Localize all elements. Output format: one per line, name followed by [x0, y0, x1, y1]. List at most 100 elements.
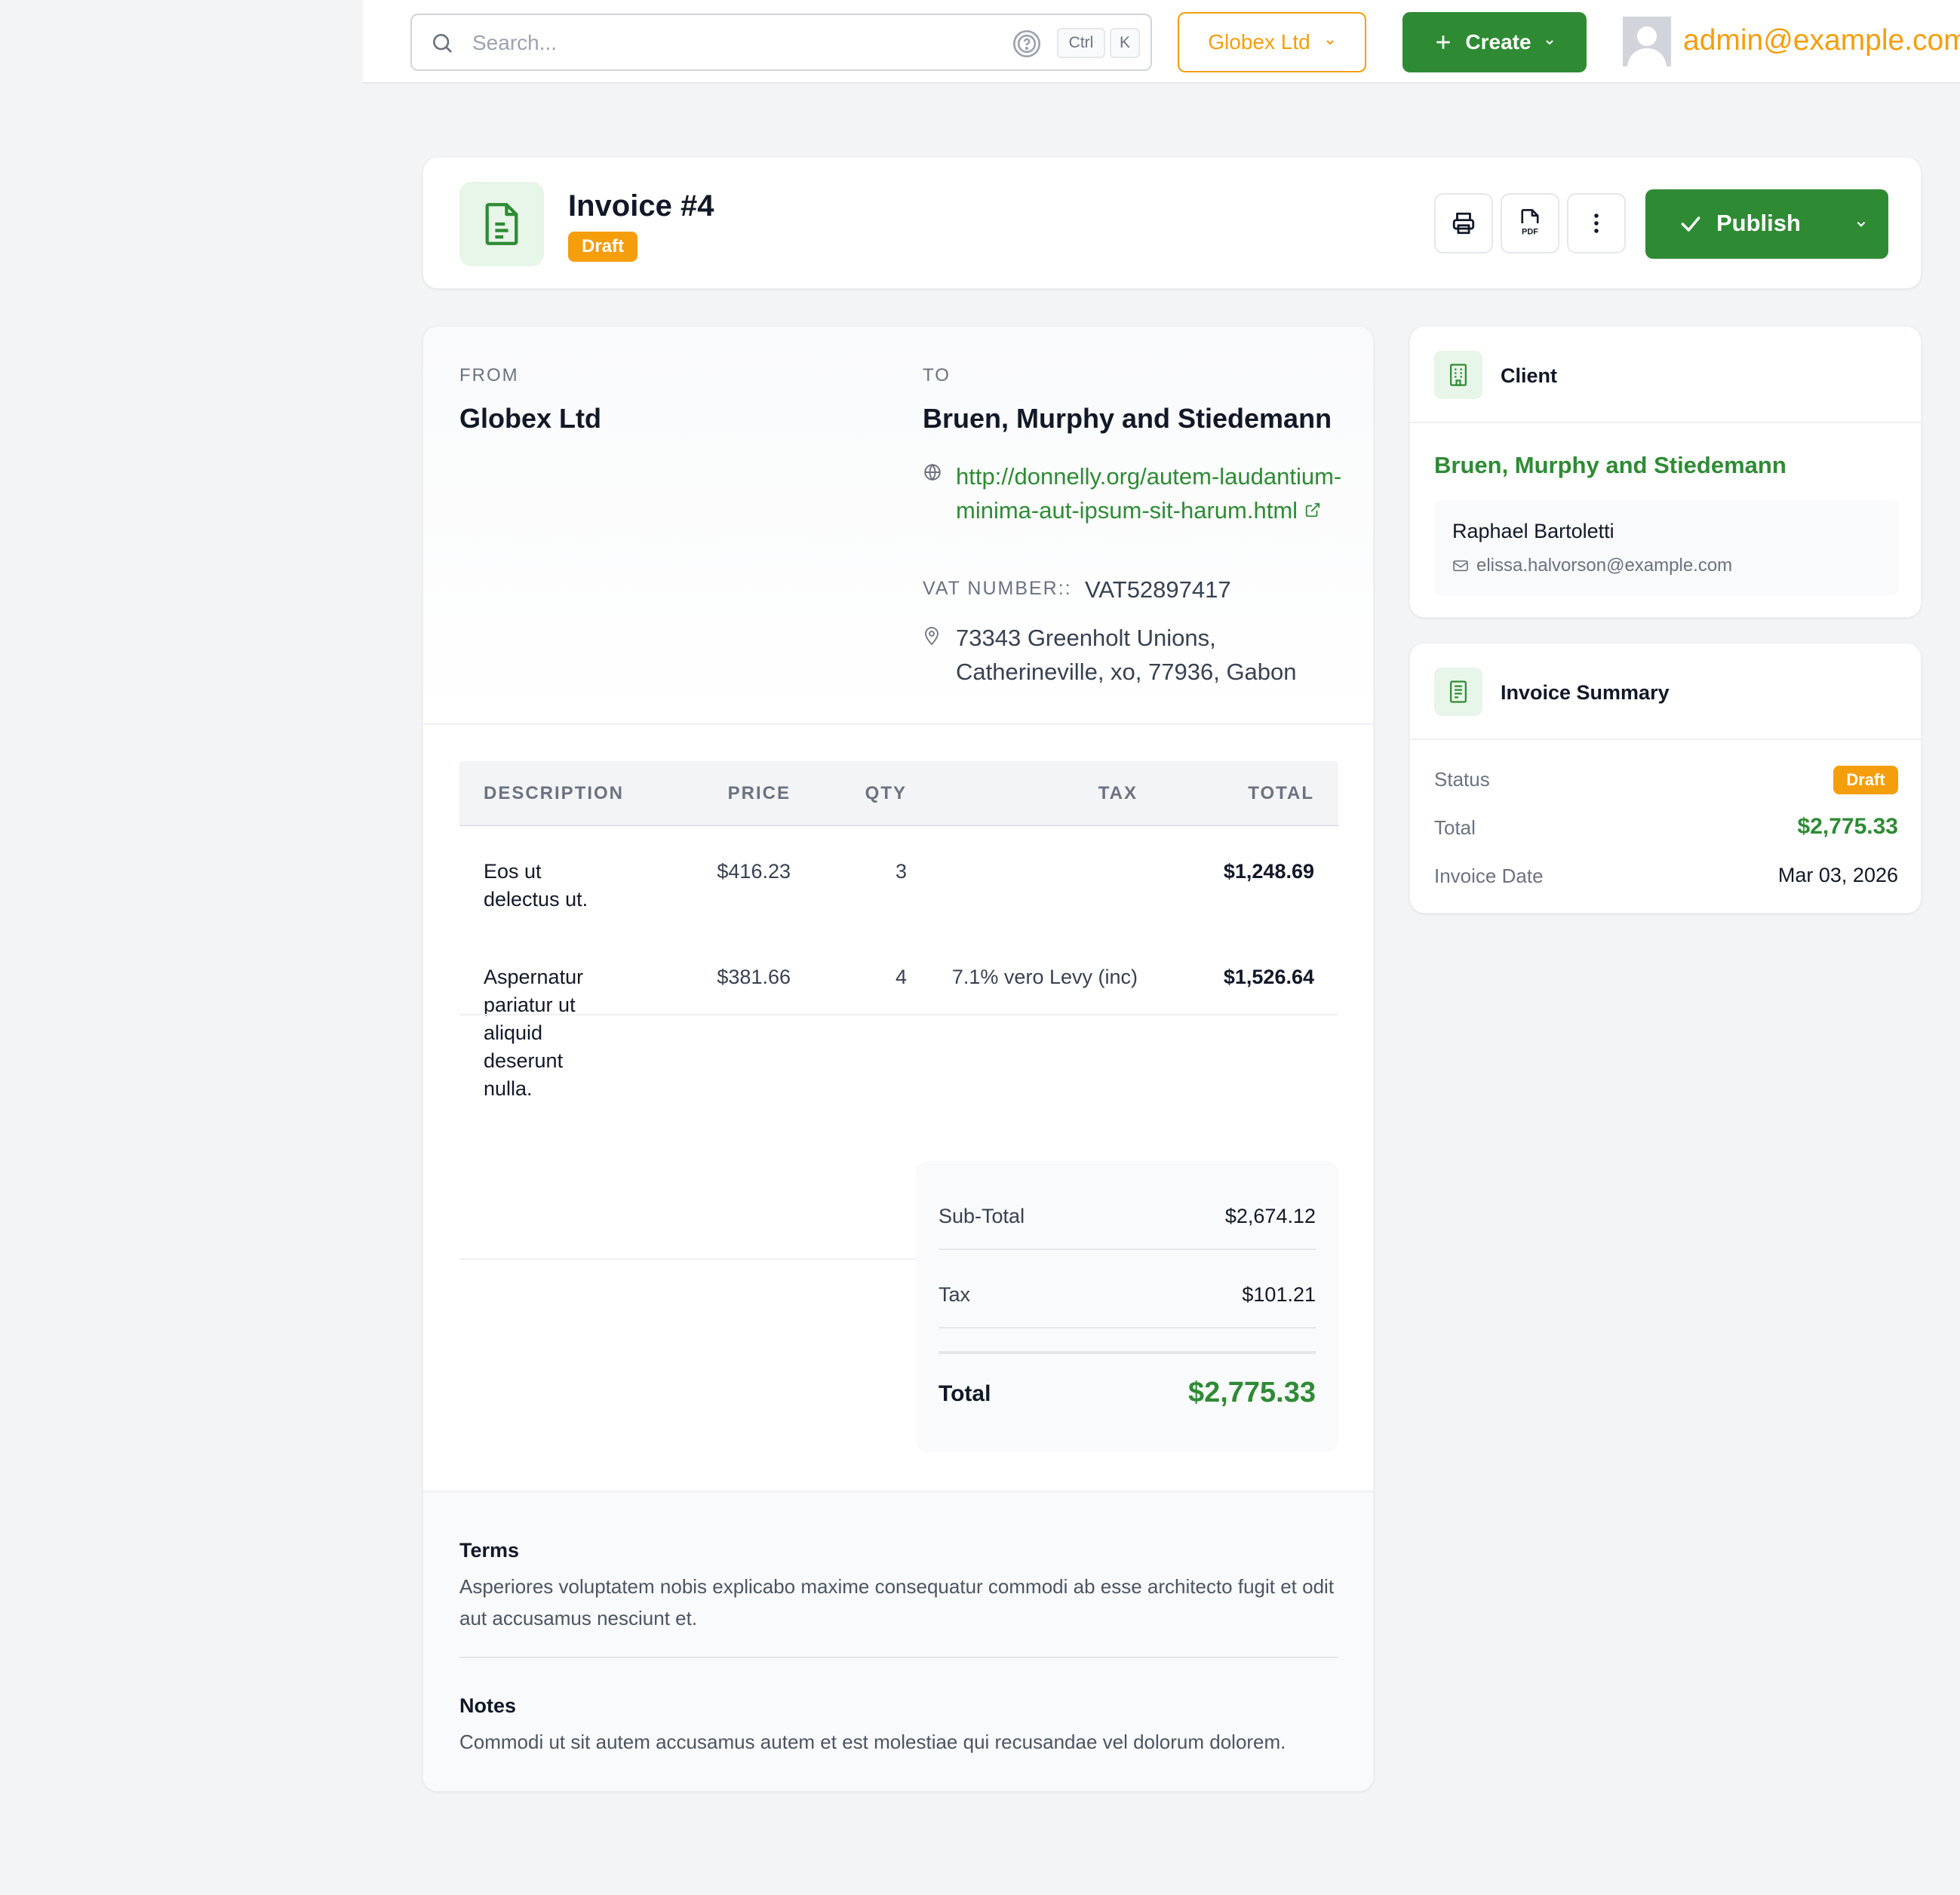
totals-divider — [939, 1327, 1316, 1328]
table-header: DESCRIPTION PRICE QTY TAX TOTAL — [459, 761, 1338, 826]
client-card-header: Client — [1410, 327, 1921, 423]
summary-date-value: Mar 03, 2026 — [1777, 864, 1898, 886]
publish-button[interactable]: Publish — [1645, 189, 1888, 259]
summary-icon-tile — [1434, 668, 1482, 716]
address-section: FROM Globex Ltd TO Bruen, Murphy and Sti… — [423, 327, 1373, 725]
avatar[interactable] — [1623, 17, 1671, 66]
col-description: DESCRIPTION — [484, 783, 625, 803]
from-label: FROM — [459, 365, 519, 385]
subtotal-label: Sub-Total — [939, 1205, 1025, 1227]
vat-label: VAT NUMBER:: — [923, 578, 1072, 599]
help-icon[interactable] — [1012, 29, 1042, 59]
pdf-button[interactable]: PDF — [1501, 193, 1559, 253]
page-title: Invoice #4 — [568, 189, 714, 223]
row-qty: 3 — [895, 860, 907, 883]
globe-icon — [924, 463, 941, 481]
summary-card-title: Invoice Summary — [1501, 681, 1670, 704]
shortcut-key-k: K — [1110, 28, 1140, 58]
mail-icon — [1453, 560, 1468, 572]
row-total: $1,526.64 — [1223, 966, 1314, 988]
notes-text: Commodi ut sit autem accusamus autem et … — [459, 1731, 1286, 1753]
to-company: Bruen, Murphy and Stiedemann — [923, 403, 1332, 434]
status-badge: Draft — [568, 232, 637, 262]
totals-divider — [939, 1351, 1316, 1354]
col-price: PRICE — [727, 783, 791, 803]
terms-text: Asperiores voluptatem nobis explicabo ma… — [459, 1575, 1335, 1629]
client-contact: Raphael Bartoletti elissa.halvorson@exam… — [1434, 500, 1899, 595]
printer-icon — [1452, 212, 1475, 235]
invoice-icon-tile — [459, 182, 544, 266]
row-divider — [459, 1014, 1338, 1015]
to-label: TO — [923, 365, 951, 385]
status-badge: Draft — [1833, 766, 1898, 794]
company-label: Globex Ltd — [1208, 30, 1310, 54]
print-button[interactable] — [1434, 193, 1493, 253]
chevron-down-icon[interactable] — [1854, 217, 1868, 231]
pdf-file-icon: PDF — [1521, 209, 1539, 237]
totals-divider — [939, 1248, 1316, 1250]
client-address: 73343 Greenholt Unions, Catherineville, … — [956, 625, 1297, 685]
row-tax: 7.1% vero Levy (inc) — [951, 966, 1138, 988]
col-total: TOTAL — [1248, 783, 1314, 803]
invoice-header: Invoice #4 Draft PDF Publish — [422, 157, 1922, 289]
terms-title: Terms — [459, 1539, 520, 1562]
summary-total-value: $2,775.33 — [1797, 814, 1898, 839]
chevron-down-icon — [1326, 40, 1334, 45]
terms-and-notes: Terms Asperiores voluptatem nobis explic… — [423, 1491, 1373, 1791]
row-price: $416.23 — [717, 860, 791, 883]
tax-label: Tax — [939, 1283, 971, 1306]
row-divider — [459, 824, 1338, 825]
top-bar: Search... Ctrl K Globex Ltd Create admin… — [363, 0, 1960, 84]
client-website-link[interactable]: http://donnelly.org/autem-laudantium-min… — [956, 459, 1348, 527]
company-switcher[interactable]: Globex Ltd — [1178, 12, 1366, 72]
shortcut-key-ctrl: Ctrl — [1057, 28, 1105, 58]
summary-card-header: Invoice Summary — [1410, 643, 1921, 740]
row-qty: 4 — [895, 966, 907, 988]
user-silhouette-icon — [1623, 17, 1671, 66]
subtotal-value: $2,674.12 — [1224, 1205, 1316, 1227]
search-bar[interactable]: Search... Ctrl K — [410, 14, 1152, 71]
client-name-link[interactable]: Bruen, Murphy and Stiedemann — [1434, 450, 1786, 481]
client-card-title: Client — [1501, 364, 1558, 387]
publish-label: Publish — [1716, 210, 1801, 236]
document-icon — [485, 203, 518, 245]
receipt-icon — [1450, 680, 1467, 703]
grand-total-value: $2,775.33 — [1187, 1377, 1316, 1408]
notes-title: Notes — [459, 1694, 517, 1717]
client-icon-tile — [1434, 351, 1482, 399]
totals-summary: Sub-Total $2,674.12 Tax $101.21 Total $2… — [916, 1161, 1338, 1452]
external-link-icon — [1305, 502, 1319, 518]
search-icon — [433, 34, 452, 53]
svg-text:PDF: PDF — [1522, 228, 1538, 237]
contact-email[interactable]: elissa.halvorson@example.com — [1476, 554, 1732, 577]
tax-value: $101.21 — [1242, 1283, 1316, 1306]
row-total: $1,248.69 — [1223, 860, 1314, 883]
grand-total-label: Total — [939, 1381, 991, 1406]
summary-total-label: Total — [1434, 816, 1476, 839]
invoice-summary-card: Invoice Summary Status Draft Total $2,77… — [1409, 643, 1922, 914]
user-menu[interactable]: admin@example.com — [1683, 23, 1960, 59]
row-description: Aspernatur pariatur ut aliquid deserunt … — [484, 966, 584, 1100]
vat-number: VAT52897417 — [1085, 576, 1231, 603]
row-description: Eos ut delectus ut. — [484, 860, 588, 911]
contact-name: Raphael Bartoletti — [1452, 520, 1614, 542]
plus-icon — [1436, 35, 1451, 49]
create-button[interactable]: Create — [1402, 12, 1587, 72]
from-company: Globex Ltd — [459, 403, 601, 434]
more-options-button[interactable] — [1567, 193, 1626, 253]
building-icon — [1450, 364, 1467, 386]
invoice-body: FROM Globex Ltd TO Bruen, Murphy and Sti… — [422, 326, 1374, 1792]
summary-status-label: Status — [1434, 768, 1490, 791]
section-divider — [459, 1657, 1338, 1658]
check-icon — [1681, 217, 1700, 232]
client-card: Client Bruen, Murphy and Stiedemann Raph… — [1409, 326, 1922, 618]
create-label: Create — [1465, 30, 1531, 54]
row-price: $381.66 — [717, 966, 791, 988]
website-text[interactable]: http://donnelly.org/autem-laudantium-min… — [956, 463, 1341, 524]
col-qty: QTY — [865, 783, 907, 803]
search-input[interactable]: Search... — [472, 30, 557, 56]
map-pin-icon — [925, 627, 939, 646]
col-tax: TAX — [1098, 783, 1138, 803]
more-vertical-icon — [1594, 213, 1599, 233]
chevron-down-icon — [1545, 40, 1553, 45]
